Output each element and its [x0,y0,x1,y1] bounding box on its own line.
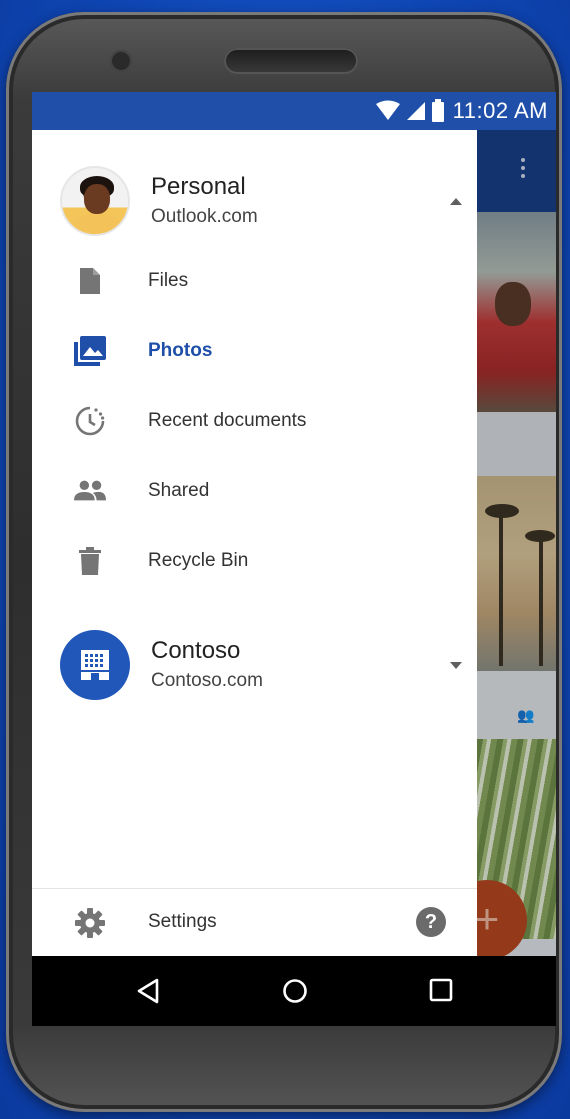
nav-item-files[interactable]: Files [32,246,477,316]
nav-item-shared[interactable]: Shared [32,456,477,526]
status-time: 11:02 AM [452,98,548,123]
organization-avatar [60,630,130,700]
account-name: Personal [151,173,246,200]
account-email: Outlook.com [151,206,258,227]
back-icon[interactable] [136,978,160,1004]
account-name: Contoso [151,637,241,664]
system-navigation-bar [32,956,556,1026]
building-icon [81,650,109,680]
account-domain: Contoso.com [151,670,263,691]
battery-icon [431,99,444,122]
photos-icon [74,335,106,367]
drawer-nav: Files Photos Recent documents Shared Rec… [32,246,477,596]
status-bar: 11:02 AM [32,92,556,130]
account-contoso[interactable]: Contoso Contoso.com [60,630,462,700]
phone-frame: 11:02 AM 👥 + Personal Outlook.com Files … [6,12,562,1112]
nav-label: Recent documents [148,410,307,431]
settings-row[interactable]: Settings ? [32,889,477,956]
nav-item-recent-documents[interactable]: Recent documents [32,386,477,456]
chevron-down-icon[interactable] [450,661,462,669]
account-personal[interactable]: Personal Outlook.com [60,166,462,236]
file-icon [74,265,106,297]
nav-label: Files [148,270,189,291]
nav-item-recycle-bin[interactable]: Recycle Bin [32,526,477,596]
home-icon[interactable] [282,978,308,1004]
earpiece-speaker [224,48,358,74]
help-icon[interactable]: ? [416,907,446,937]
people-icon [74,475,106,507]
recents-icon[interactable] [429,978,453,1002]
nav-label: Recycle Bin [148,550,249,571]
phone-screen: 11:02 AM 👥 + Personal Outlook.com Files … [32,92,556,1026]
wifi-icon [375,100,400,120]
nav-label: Shared [148,480,210,501]
gear-icon [74,907,106,944]
front-camera [110,50,132,72]
signal-icon [406,102,425,120]
status-icons: 11:02 AM [375,98,548,124]
settings-label: Settings [148,911,217,932]
trash-icon [74,545,106,577]
nav-item-photos[interactable]: Photos [32,316,477,386]
chevron-up-icon[interactable] [450,197,462,205]
avatar [60,166,130,236]
nav-label: Photos [148,340,213,361]
drawer-scrim[interactable] [477,130,556,956]
navigation-drawer: Personal Outlook.com Files Photos Recent… [32,130,477,956]
recent-icon [74,405,106,437]
